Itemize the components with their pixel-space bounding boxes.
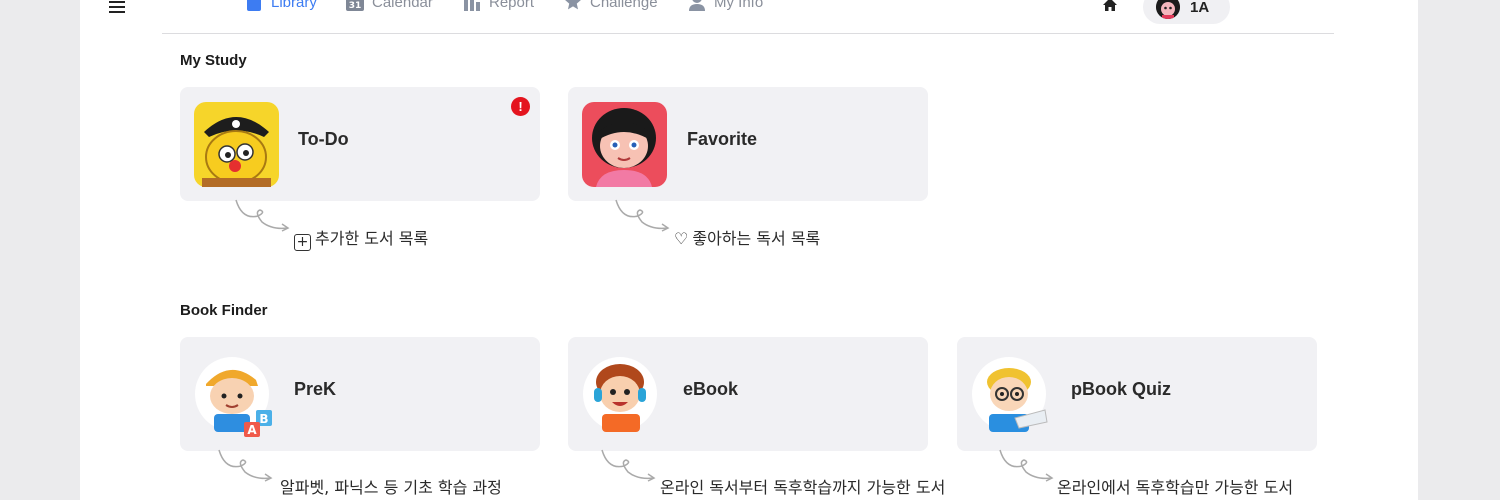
card-prek[interactable]: B A PreK — [180, 337, 540, 451]
section-title-book-finder: Book Finder — [180, 302, 268, 319]
alert-badge: ! — [511, 97, 530, 116]
card-label: Favorite — [687, 129, 758, 149]
menu-icon[interactable] — [107, 0, 129, 18]
girl-character-icon — [582, 102, 667, 187]
card-ebook[interactable]: eBook — [568, 337, 928, 451]
card-label: pBook Quiz — [1071, 379, 1171, 399]
card-label: To-Do — [298, 129, 349, 149]
caption-pbook-quiz: 온라인에서 독후학습만 가능한 도서 — [1057, 478, 1294, 497]
curl-arrow-icon — [218, 449, 273, 482]
caption-favorite: ♡ 좋아하는 독서 목록 — [674, 225, 820, 249]
svg-text:B: B — [259, 412, 268, 426]
card-favorite[interactable]: Favorite — [568, 87, 928, 201]
card-label: PreK — [294, 379, 337, 399]
caption-text: 추가한 도서 목록 — [315, 229, 429, 248]
svg-text:A: A — [247, 423, 257, 437]
curl-arrow-icon — [615, 199, 670, 232]
curl-arrow-icon — [235, 199, 290, 232]
section-title-my-study: My Study — [180, 52, 247, 69]
heart-icon: ♡ — [674, 229, 689, 248]
card-pbook-quiz[interactable]: pBook Quiz — [957, 337, 1317, 451]
plus-box-icon: + — [294, 234, 311, 251]
caption-text: 좋아하는 독서 목록 — [692, 229, 821, 248]
caption-ebook: 온라인 독서부터 독후학습까지 가능한 도서 — [660, 478, 946, 497]
boy-glasses-character-icon — [971, 352, 1056, 437]
card-todo[interactable]: To-Do ! — [180, 87, 540, 201]
curl-arrow-icon — [601, 449, 656, 482]
caption-todo: + 추가한 도서 목록 — [294, 225, 428, 251]
caption-prek: 알파벳, 파닉스 등 기초 학습 과정 — [280, 478, 502, 497]
pirate-character-icon — [194, 102, 279, 187]
header-divider — [162, 0, 1334, 34]
curl-arrow-icon — [999, 449, 1054, 482]
boy-abc-character-icon: B A — [194, 352, 279, 437]
boy-headphones-character-icon — [582, 352, 667, 437]
card-label: eBook — [683, 379, 739, 399]
